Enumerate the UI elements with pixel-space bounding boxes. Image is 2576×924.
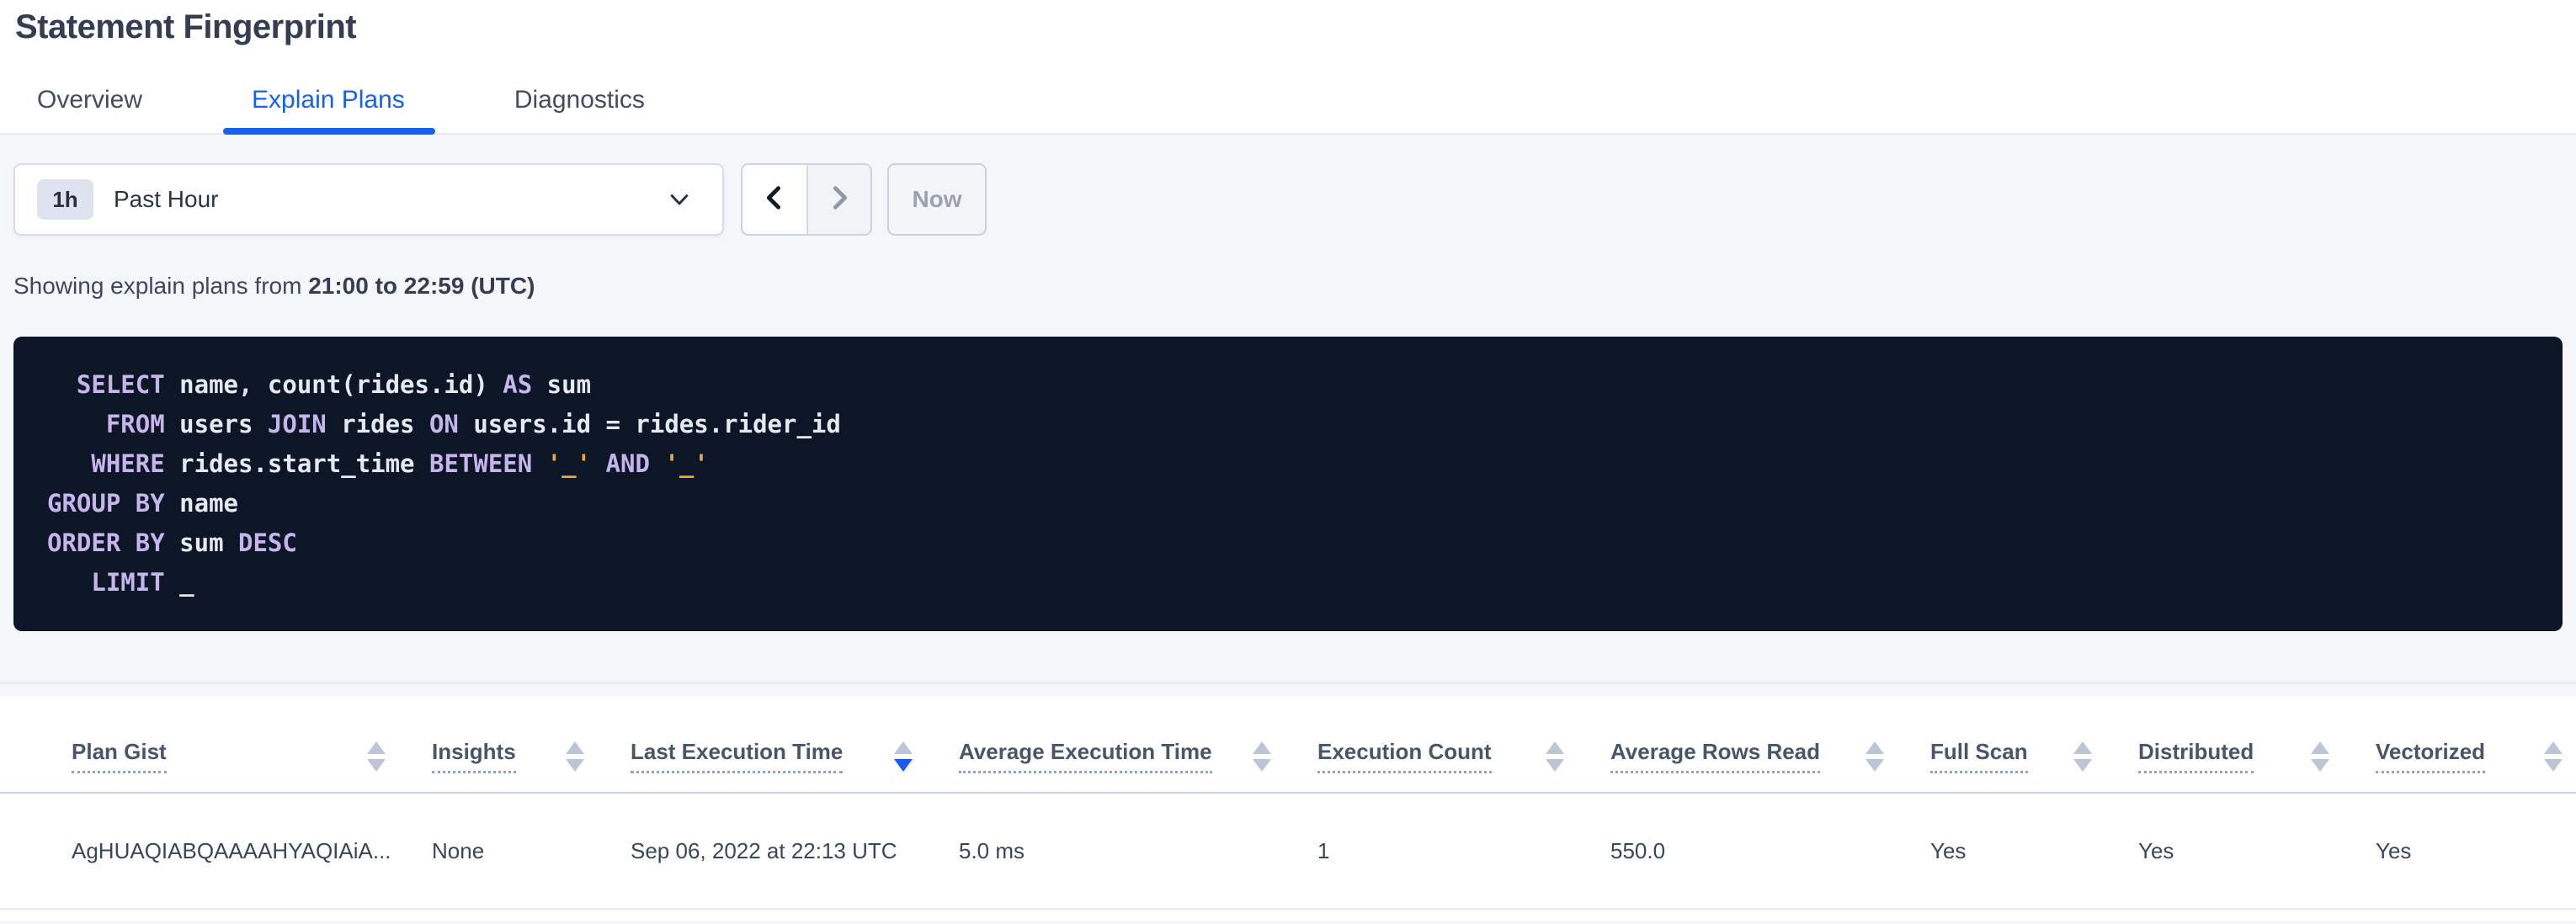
- time-nav-group: [741, 163, 872, 236]
- time-picker-row: 1h Past Hour: [13, 163, 2563, 236]
- next-range-button[interactable]: [806, 165, 870, 234]
- column-header-insights[interactable]: Insights: [432, 738, 631, 773]
- column-header-average-execution-time[interactable]: Average Execution Time: [959, 738, 1317, 773]
- sort-carets-icon[interactable]: [1546, 741, 1564, 772]
- column-header-label: Distributed: [2138, 738, 2254, 773]
- table-cell: 550.0: [1610, 838, 1930, 864]
- page-title: Statement Fingerprint: [15, 8, 356, 46]
- column-header-label: Full Scan: [1930, 738, 2028, 773]
- table-cell: Yes: [2138, 838, 2376, 864]
- table-cell: 5.0 ms: [959, 838, 1317, 864]
- chevron-left-icon: [761, 184, 788, 215]
- chevron-right-icon: [826, 184, 853, 215]
- column-header-average-rows-read[interactable]: Average Rows Read: [1610, 738, 1930, 773]
- time-range-label: Past Hour: [114, 186, 667, 213]
- section-gap: [0, 684, 2576, 696]
- column-header-plan-gist[interactable]: Plan Gist: [72, 738, 432, 773]
- sql-statement-box: SELECT name, count(rides.id) AS sum FROM…: [13, 337, 2563, 631]
- table-cell: 1: [1317, 838, 1610, 864]
- column-header-vectorized[interactable]: Vectorized: [2376, 738, 2576, 773]
- column-header-label: Average Rows Read: [1610, 738, 1820, 773]
- sort-carets-icon[interactable]: [2311, 741, 2329, 772]
- table-cell: None: [432, 838, 631, 864]
- plans-table-section: Plan Gist Insights Last Execution Time Aver…: [0, 696, 2576, 921]
- sort-carets-icon[interactable]: [566, 741, 584, 772]
- spacer: [0, 631, 2576, 682]
- column-header-label: Last Execution Time: [631, 738, 843, 773]
- plans-table-header: Plan Gist Insights Last Execution Time Aver…: [0, 726, 2576, 794]
- column-header-execution-count[interactable]: Execution Count: [1317, 738, 1610, 773]
- column-header-label: Insights: [432, 738, 516, 773]
- column-header-label: Execution Count: [1317, 738, 1492, 773]
- page-header: Statement Fingerprint Overview Explain Pl…: [0, 0, 2576, 135]
- sort-carets-icon[interactable]: [894, 741, 913, 772]
- time-range-badge: 1h: [37, 179, 93, 220]
- column-header-label: Vectorized: [2376, 738, 2485, 773]
- plan-gist-cell[interactable]: AgHUAQIABQAAAAHYAQIAiA...: [72, 838, 432, 864]
- showing-plans-summary: Showing explain plans from 21:00 to 22:5…: [13, 273, 2563, 300]
- plans-table-body: AgHUAQIABQAAAAHYAQIAiA...NoneSep 06, 202…: [0, 794, 2576, 910]
- now-button[interactable]: Now: [887, 163, 987, 236]
- column-header-label: Plan Gist: [72, 738, 167, 773]
- summary-range: 21:00 to 22:59 (UTC): [308, 273, 535, 299]
- tab-bar: Overview Explain Plans Diagnostics: [37, 86, 645, 133]
- sort-carets-icon[interactable]: [367, 741, 386, 772]
- tab-diagnostics[interactable]: Diagnostics: [514, 86, 645, 133]
- table-row[interactable]: AgHUAQIABQAAAAHYAQIAiA...NoneSep 06, 202…: [0, 794, 2576, 910]
- sort-carets-icon[interactable]: [1253, 741, 1271, 772]
- column-header-full-scan[interactable]: Full Scan: [1930, 738, 2138, 773]
- sort-carets-icon[interactable]: [2544, 741, 2563, 772]
- tab-overview[interactable]: Overview: [37, 86, 142, 133]
- previous-range-button[interactable]: [742, 165, 806, 234]
- column-header-distributed[interactable]: Distributed: [2138, 738, 2376, 773]
- time-range-dropdown[interactable]: 1h Past Hour: [13, 163, 724, 236]
- table-cell: Yes: [2376, 838, 2576, 864]
- chevron-down-icon: [667, 187, 692, 212]
- sort-carets-icon[interactable]: [1865, 741, 1884, 772]
- tab-explain-plans[interactable]: Explain Plans: [252, 86, 405, 133]
- table-cell: Sep 06, 2022 at 22:13 UTC: [631, 838, 959, 864]
- active-tab-underline: [223, 128, 435, 135]
- column-header-label: Average Execution Time: [959, 738, 1212, 773]
- table-cell: Yes: [1930, 838, 2138, 864]
- column-header-last-execution-time[interactable]: Last Execution Time: [631, 738, 959, 773]
- content-area: 1h Past Hour: [0, 163, 2576, 684]
- sort-carets-icon[interactable]: [2073, 741, 2092, 772]
- sql-statement-text: SELECT name, count(rides.id) AS sum FROM…: [47, 365, 2529, 603]
- summary-prefix: Showing explain plans from: [13, 273, 308, 299]
